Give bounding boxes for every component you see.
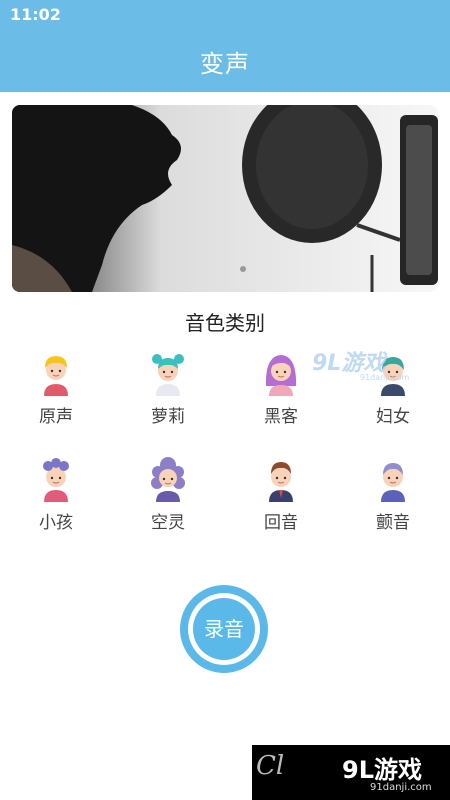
girl-teal-buns-icon <box>152 354 184 396</box>
voice-label: 萝莉 <box>151 407 185 427</box>
voice-item-ethereal[interactable]: 空灵 <box>118 456 218 533</box>
woman-curly-purple-hair-icon <box>151 457 185 502</box>
record-button[interactable]: 录音 <box>180 585 268 673</box>
carousel-indicator[interactable] <box>240 266 246 272</box>
watermark-logo: 9L游戏 91danji.com <box>312 345 409 382</box>
watermark-url: 91danji.com <box>360 373 410 382</box>
app-header: 11:02 变声 <box>0 0 450 92</box>
watermark-url: 91danji.com <box>370 782 432 793</box>
microphone-singer-illustration <box>12 105 438 292</box>
watermark-cl-logo: Cl <box>256 751 285 781</box>
voice-item-child[interactable]: 小孩 <box>6 456 106 533</box>
status-time: 11:02 <box>10 5 61 24</box>
voice-item-vibrato[interactable]: 颤音 <box>343 456 443 533</box>
voice-label: 妇女 <box>376 407 410 427</box>
voice-label: 颤音 <box>376 513 410 533</box>
voice-label: 空灵 <box>151 513 185 533</box>
voice-item-loli[interactable]: 萝莉 <box>118 350 218 427</box>
watermark-banner: Cl 9L游戏 91danji.com <box>252 745 450 800</box>
voice-label: 小孩 <box>39 513 73 533</box>
watermark-brand: 9L游戏 <box>342 756 422 784</box>
woman-purple-hair-icon <box>265 355 297 396</box>
voice-label: 黑客 <box>264 407 298 427</box>
banner-image[interactable] <box>12 105 438 292</box>
voice-item-echo[interactable]: 回音 <box>231 456 331 533</box>
voice-item-original[interactable]: 原声 <box>6 350 106 427</box>
boy-yellow-hair-icon <box>44 356 68 396</box>
record-button-label: 录音 <box>193 598 255 660</box>
section-title: 音色类别 <box>185 311 265 335</box>
page-title: 变声 <box>200 50 250 78</box>
child-purple-hair-icon <box>43 458 69 502</box>
voice-label: 原声 <box>39 407 73 427</box>
elder-purple-hair-icon <box>381 463 405 502</box>
man-brown-hair-icon <box>269 462 293 502</box>
voice-label: 回音 <box>264 513 298 533</box>
